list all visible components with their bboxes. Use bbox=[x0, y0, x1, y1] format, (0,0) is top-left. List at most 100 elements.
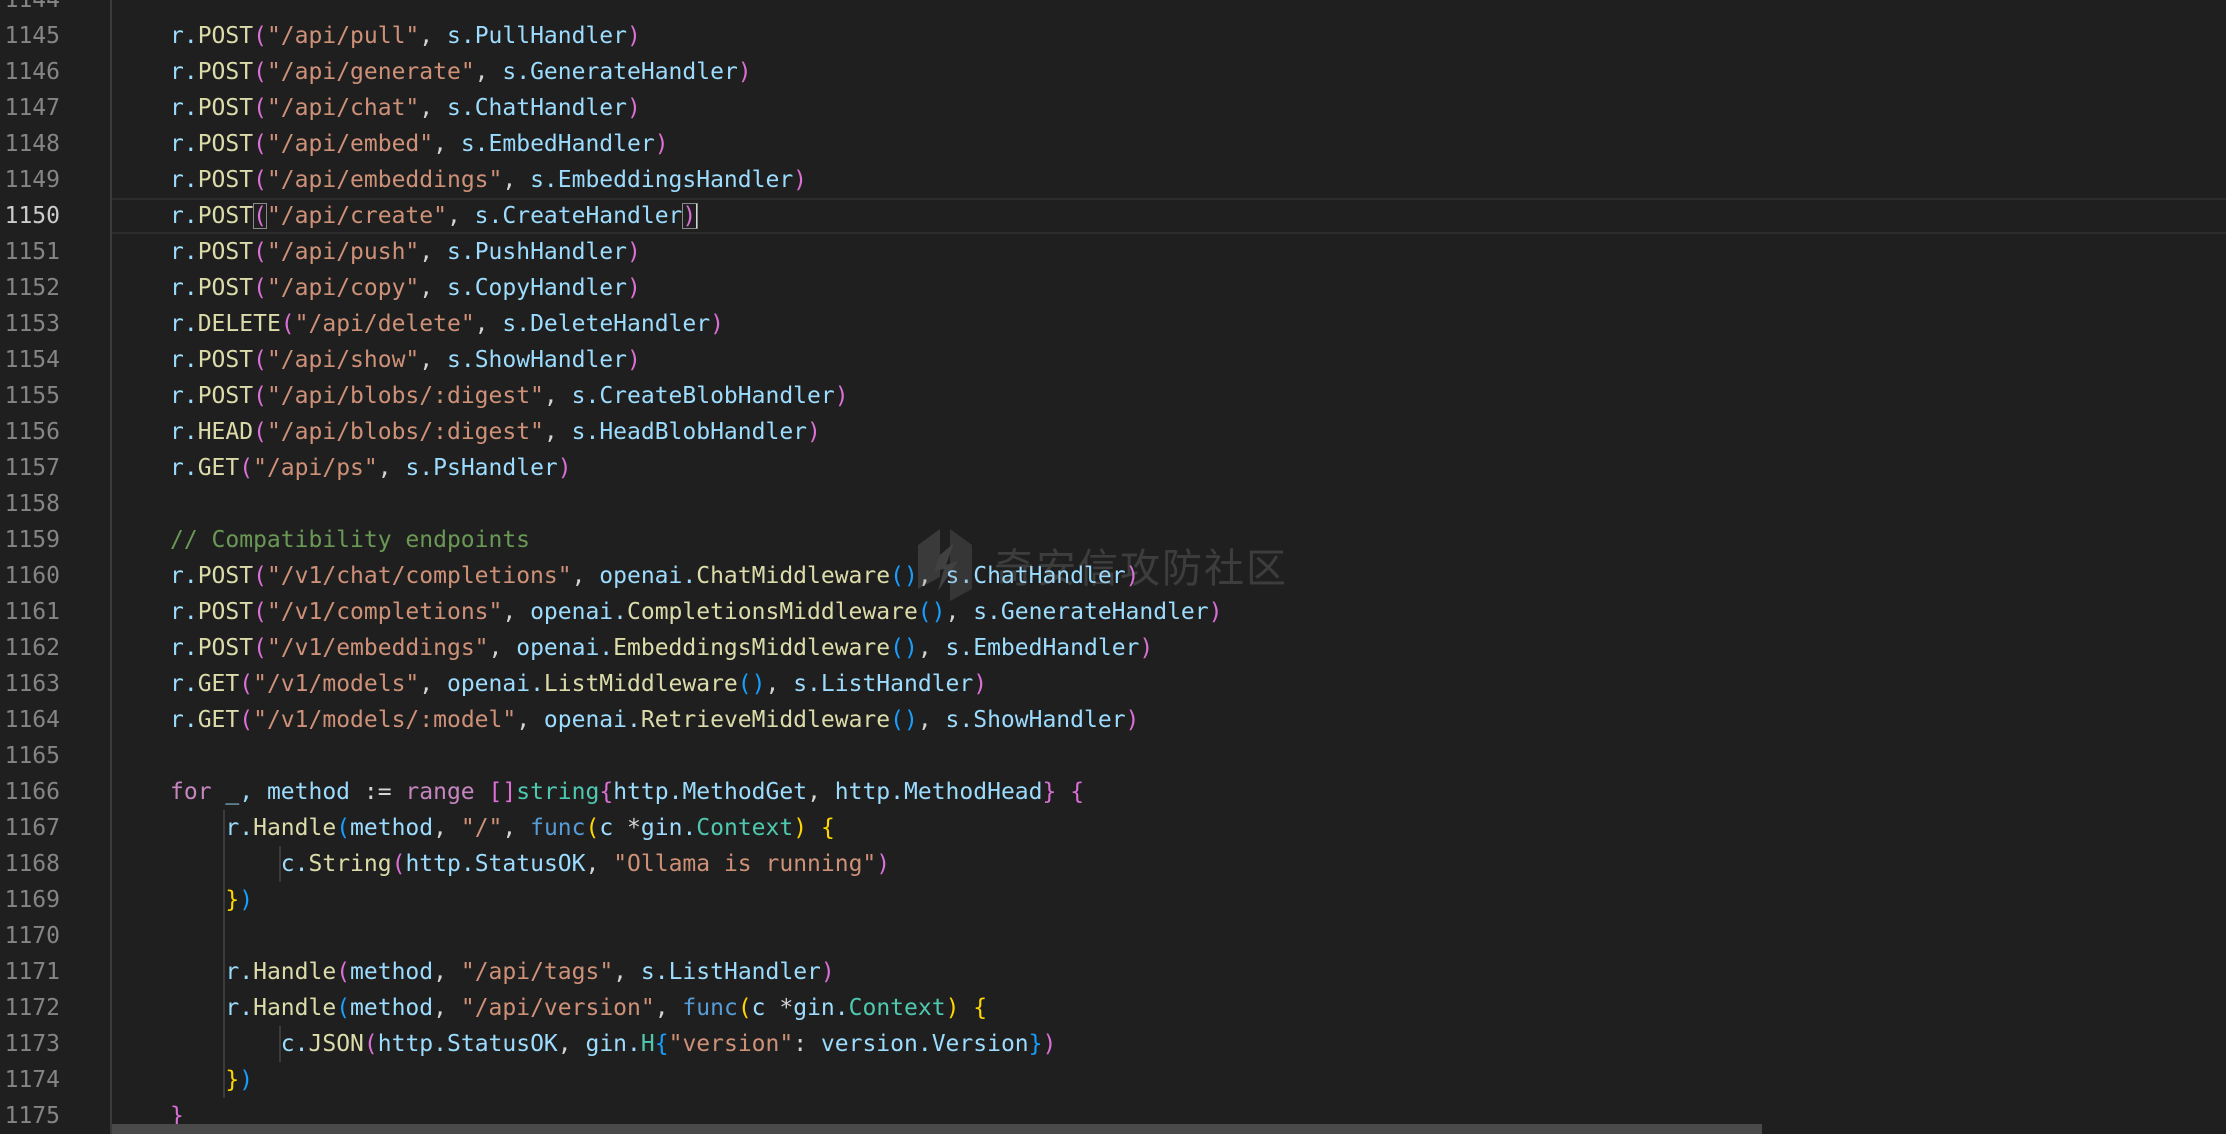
indent-guide bbox=[278, 1026, 281, 1062]
code-token: ( bbox=[336, 815, 351, 841]
code-area[interactable]: r.POST("/api/pull", s.PullHandler) r.POST… bbox=[112, 0, 2226, 1134]
line-number[interactable]: 1152 bbox=[0, 270, 60, 306]
code-token: ) bbox=[1042, 1031, 1057, 1057]
code-line[interactable]: c.String(http.StatusOK, "Ollama is runni… bbox=[281, 846, 890, 882]
code-token: { bbox=[973, 995, 988, 1021]
code-token: ( bbox=[253, 239, 267, 265]
line-number[interactable]: 1173 bbox=[0, 1026, 60, 1062]
line-number-gutter[interactable]: 1144 1145 1146 1147 1148 1149 1150 1151 1152 1153… bbox=[0, 0, 112, 1134]
code-token: } bbox=[1042, 779, 1057, 805]
code-token: r. bbox=[170, 131, 198, 157]
code-line[interactable]: r.POST("/api/embed", s.EmbedHandler) bbox=[170, 126, 669, 162]
code-line[interactable]: r.GET("/v1/models/:model", openai.Retrie… bbox=[170, 702, 1139, 738]
code-line[interactable]: r.POST("/v1/chat/completions", openai.Ch… bbox=[170, 558, 1139, 594]
code-line[interactable]: // Compatibility endpoints bbox=[170, 522, 530, 558]
code-line[interactable]: r.POST("/api/create", s.CreateHandler) bbox=[170, 198, 699, 234]
code-line[interactable]: c.JSON(http.StatusOK, gin.H{"version": v… bbox=[281, 1026, 1057, 1062]
code-line[interactable]: r.GET("/api/ps", s.PsHandler) bbox=[170, 450, 572, 486]
line-number[interactable]: 1147 bbox=[0, 90, 60, 126]
line-number[interactable]: 1154 bbox=[0, 342, 60, 378]
line-number[interactable]: 1160 bbox=[0, 558, 60, 594]
code-token: , bbox=[613, 959, 641, 985]
code-token: GET bbox=[197, 671, 240, 697]
code-token: ) bbox=[945, 995, 960, 1021]
code-line[interactable]: r.Handle(method, "/api/tags", s.ListHand… bbox=[225, 954, 834, 990]
code-token: ShowHandler bbox=[973, 707, 1126, 733]
code-token: GenerateHandler bbox=[530, 59, 738, 85]
code-token: "/api/blobs/:digest" bbox=[266, 419, 544, 445]
code-token: , bbox=[419, 275, 447, 301]
code-token: "Ollama is running" bbox=[613, 851, 877, 877]
code-line[interactable]: r.POST("/v1/embeddings", openai.Embeddin… bbox=[170, 630, 1153, 666]
line-number[interactable]: 1163 bbox=[0, 666, 60, 702]
code-token: s. bbox=[446, 275, 475, 301]
code-token: ) bbox=[239, 887, 254, 913]
code-token: ChatHandler bbox=[474, 95, 628, 121]
line-number[interactable]: 1156 bbox=[0, 414, 60, 450]
line-number[interactable]: 1175 bbox=[0, 1098, 60, 1134]
line-number[interactable]: 1148 bbox=[0, 126, 60, 162]
line-number[interactable]: 1158 bbox=[0, 486, 60, 522]
code-token: , bbox=[433, 995, 461, 1021]
code-line[interactable]: for _, method := range []string{http.Met… bbox=[170, 774, 1084, 810]
line-number[interactable]: 1172 bbox=[0, 990, 60, 1026]
line-number[interactable]: 1144 bbox=[0, 0, 60, 18]
code-line[interactable]: r.POST("/api/chat", s.ChatHandler) bbox=[170, 90, 641, 126]
line-number[interactable]: 1164 bbox=[0, 702, 60, 738]
code-token: openai. bbox=[446, 671, 544, 697]
code-token: ( bbox=[253, 59, 267, 85]
line-number[interactable]: 1161 bbox=[0, 594, 60, 630]
code-line[interactable]: r.DELETE("/api/delete", s.DeleteHandler) bbox=[170, 306, 724, 342]
line-number[interactable]: 1159 bbox=[0, 522, 60, 558]
code-token: HEAD bbox=[197, 419, 254, 445]
code-line[interactable]: r.HEAD("/api/blobs/:digest", s.HeadBlobH… bbox=[170, 414, 821, 450]
code-line[interactable]: r.POST("/v1/completions", openai.Complet… bbox=[170, 594, 1222, 630]
line-number[interactable]: 1167 bbox=[0, 810, 60, 846]
line-number[interactable]: 1157 bbox=[0, 450, 60, 486]
line-number[interactable]: 1174 bbox=[0, 1062, 60, 1098]
code-line[interactable]: r.POST("/api/embeddings", s.EmbeddingsHa… bbox=[170, 162, 807, 198]
code-line[interactable]: r.POST("/api/push", s.PushHandler) bbox=[170, 234, 641, 270]
code-token: _, bbox=[211, 779, 267, 805]
line-number[interactable]: 1145 bbox=[0, 18, 60, 54]
code-token: for bbox=[170, 779, 212, 805]
code-line[interactable]: r.Handle(method, "/api/version", func(c … bbox=[225, 990, 987, 1026]
code-editor[interactable]: 1144 1145 1146 1147 1148 1149 1150 1151 1152 1153… bbox=[0, 0, 2226, 1134]
code-line[interactable]: }) bbox=[225, 1062, 253, 1098]
code-line[interactable]: r.POST("/api/pull", s.PullHandler) bbox=[170, 18, 641, 54]
code-token: gin. bbox=[640, 815, 697, 841]
line-number[interactable]: 1162 bbox=[0, 630, 60, 666]
line-number[interactable]: 1150 bbox=[0, 198, 60, 234]
line-number[interactable]: 1151 bbox=[0, 234, 60, 270]
line-number[interactable]: 1166 bbox=[0, 774, 60, 810]
code-token: ChatMiddleware bbox=[696, 563, 891, 589]
code-token: http. bbox=[613, 779, 683, 805]
line-number[interactable]: 1153 bbox=[0, 306, 60, 342]
code-token: s. bbox=[460, 131, 489, 157]
line-number[interactable]: 1155 bbox=[0, 378, 60, 414]
code-line[interactable]: r.POST("/api/generate", s.GenerateHandle… bbox=[170, 54, 752, 90]
code-line[interactable]: r.GET("/v1/models", openai.ListMiddlewar… bbox=[170, 666, 987, 702]
code-token: ) bbox=[820, 959, 835, 985]
code-line[interactable]: r.POST("/api/copy", s.CopyHandler) bbox=[170, 270, 641, 306]
code-token: ) bbox=[1125, 707, 1140, 733]
line-number[interactable]: 1168 bbox=[0, 846, 60, 882]
code-token: POST bbox=[197, 383, 254, 409]
line-number[interactable]: 1170 bbox=[0, 918, 60, 954]
code-token: StatusOK bbox=[447, 1031, 558, 1057]
line-number[interactable]: 1149 bbox=[0, 162, 60, 198]
code-token: c. bbox=[280, 851, 309, 877]
code-line[interactable]: r.POST("/api/blobs/:digest", s.CreateBlo… bbox=[170, 378, 849, 414]
code-line[interactable]: r.POST("/api/show", s.ShowHandler) bbox=[170, 342, 641, 378]
line-number[interactable]: 1171 bbox=[0, 954, 60, 990]
code-line[interactable]: }) bbox=[225, 882, 253, 918]
code-token: method bbox=[350, 815, 434, 841]
line-number[interactable]: 1146 bbox=[0, 54, 60, 90]
line-number[interactable]: 1169 bbox=[0, 882, 60, 918]
line-number[interactable]: 1165 bbox=[0, 738, 60, 774]
horizontal-scrollbar[interactable] bbox=[112, 1124, 1762, 1134]
code-token: ListMiddleware bbox=[543, 671, 738, 697]
code-token: s. bbox=[446, 95, 475, 121]
code-line[interactable]: r.Handle(method, "/", func(c *gin.Contex… bbox=[225, 810, 834, 846]
